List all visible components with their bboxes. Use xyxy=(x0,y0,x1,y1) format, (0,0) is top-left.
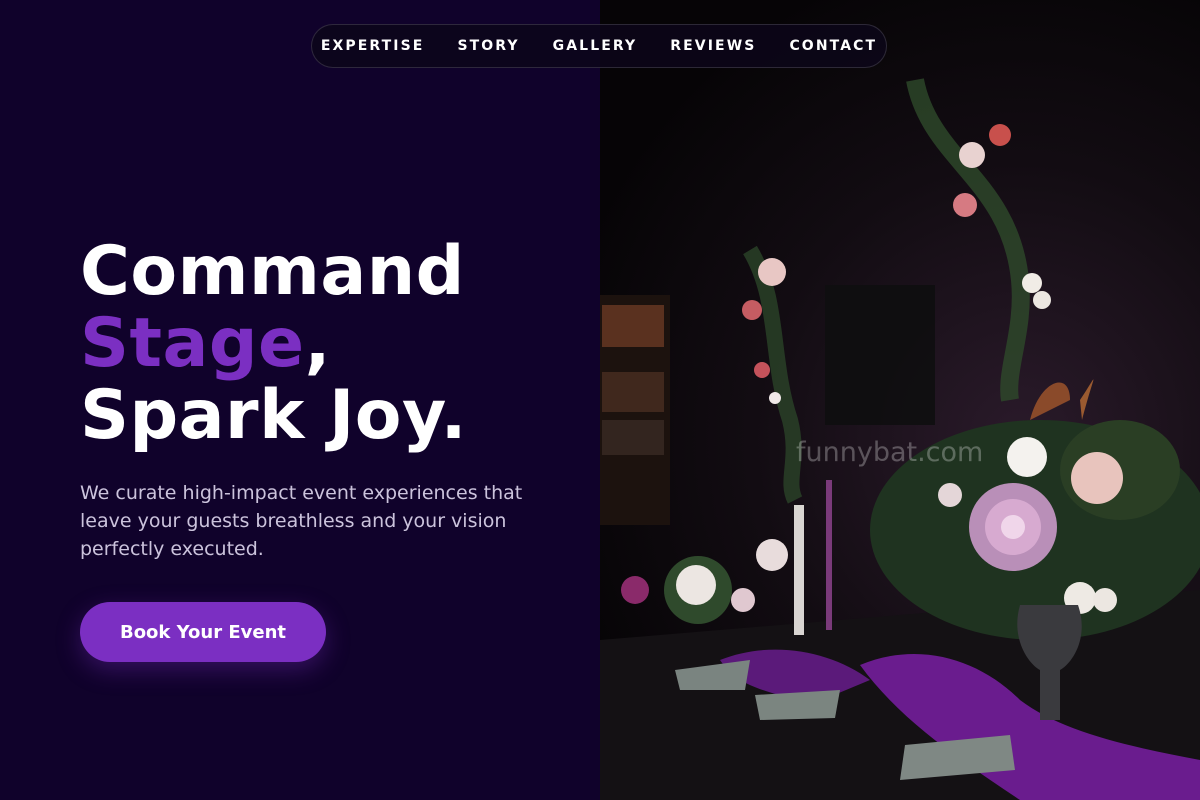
nav-link-reviews[interactable]: REVIEWS xyxy=(670,38,756,54)
hero-photo xyxy=(600,78,1200,800)
hero-title-line-3: Spark Joy. xyxy=(80,376,467,455)
book-event-button[interactable]: Book Your Event xyxy=(80,602,326,662)
hero-title-line-1: Command xyxy=(80,232,465,311)
hero-title: Command Stage, Spark Joy. xyxy=(80,236,467,452)
top-navigation: EXPERTISE STORY GALLERY REVIEWS CONTACT xyxy=(311,24,887,68)
hero-title-line-2: Stage, xyxy=(80,308,467,380)
nav-link-contact[interactable]: CONTACT xyxy=(789,38,877,54)
nav-link-story[interactable]: STORY xyxy=(457,38,519,54)
nav-link-expertise[interactable]: EXPERTISE xyxy=(321,38,425,54)
hero-title-comma: , xyxy=(304,304,332,383)
hero-subtitle: We curate high-impact event experiences … xyxy=(80,482,523,560)
hero-photo-panel xyxy=(600,0,1200,800)
hero-title-accent: Stage xyxy=(80,304,305,383)
photo-watermark: funnybat.com xyxy=(796,437,984,468)
nav-link-gallery[interactable]: GALLERY xyxy=(553,38,638,54)
